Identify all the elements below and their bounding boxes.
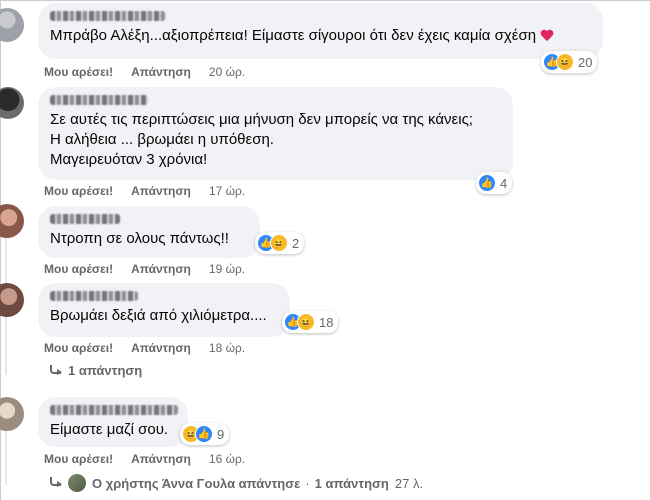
comment-bubble: Ντροπη σε ολους πάντως!! — [38, 206, 260, 258]
author-name-blurred[interactable] — [50, 95, 148, 105]
avatar[interactable] — [0, 283, 24, 317]
reaction-count: 4 — [500, 175, 508, 191]
reply-link[interactable]: Απάντηση — [131, 452, 191, 466]
panel-border-top — [0, 0, 650, 1]
reply-link[interactable]: Απάντηση — [131, 341, 191, 355]
reply-link[interactable]: Απάντηση — [131, 184, 191, 198]
like-reaction-icon: 👍 — [195, 425, 213, 443]
comment-bubble: Σε αυτές τις περιπτώσεις μια μήνυση δεν … — [38, 87, 513, 180]
timestamp[interactable]: 19 ώρ. — [209, 262, 245, 276]
like-link[interactable]: Μου αρέσει! — [44, 262, 113, 276]
comment-actions: Μου αρέσει! Απάντηση 18 ώρ. — [44, 341, 263, 355]
reaction-summary[interactable]: 👍 4 — [476, 172, 513, 194]
avatar[interactable] — [0, 204, 24, 238]
like-link[interactable]: Μου αρέσει! — [44, 184, 113, 198]
comment-text: Βρωμάει δεξιά από χιλιόμετρα.... — [50, 307, 267, 324]
avatar[interactable] — [0, 87, 24, 119]
like-reaction-icon: 👍 — [478, 174, 496, 192]
reaction-count: 2 — [292, 235, 300, 251]
comment-bubble: Βρωμάει δεξιά από χιλιόμετρα.... — [38, 283, 290, 337]
comment-actions: Μου αρέσει! Απάντηση 17 ώρ. — [44, 184, 263, 198]
haha-reaction-icon: 😆 — [297, 313, 315, 331]
comment-text-line: Μαγειρευόταν 3 χρόνια! — [50, 151, 208, 168]
like-link[interactable]: Μου αρέσει! — [44, 65, 113, 79]
author-name-blurred[interactable] — [50, 214, 120, 224]
haha-reaction-icon: 😆 — [270, 234, 288, 252]
reaction-count: 20 — [578, 54, 593, 70]
like-link[interactable]: Μου αρέσει! — [44, 341, 113, 355]
timestamp[interactable]: 16 ώρ. — [209, 452, 245, 466]
reply-summary-time: 27 λ. — [394, 475, 424, 491]
separator-dot: · — [305, 475, 310, 491]
reaction-summary[interactable]: 😆 👍 9 — [180, 423, 230, 445]
reply-summary-link[interactable]: Ο χρήστης Άννα Γουλα απάντησε · 1 απάντη… — [48, 474, 423, 492]
author-name-blurred[interactable] — [50, 11, 165, 21]
avatar[interactable] — [0, 397, 24, 431]
comment-text-line: Η αλήθεια ... βρωμάει η υπόθεση. — [50, 131, 274, 148]
like-link[interactable]: Μου αρέσει! — [44, 452, 113, 466]
timestamp[interactable]: 18 ώρ. — [209, 341, 245, 355]
reaction-count: 9 — [217, 426, 225, 442]
comment-text-line: Σε αυτές τις περιπτώσεις μια μήνυση δεν … — [50, 111, 473, 128]
comment-text: Μπράβο Αλέξη...αξιοπρέπεια! Είμαστε σίγο… — [50, 27, 537, 44]
reaction-summary[interactable]: 👍 😆 20 — [541, 51, 598, 73]
reply-link[interactable]: Απάντηση — [131, 262, 191, 276]
thread-line — [5, 425, 7, 485]
comment-actions: Μου αρέσει! Απάντηση 19 ώρ. — [44, 262, 263, 276]
reply-summary-text: Ο χρήστης Άννα Γουλα απάντησε — [92, 475, 301, 491]
comment-text: Είμαστε μαζί σου. — [50, 421, 169, 438]
author-name-blurred[interactable] — [50, 405, 178, 415]
reaction-summary[interactable]: 👍 😆 18 — [282, 311, 339, 333]
replies-count: 1 απάντηση — [68, 363, 143, 378]
comment-actions: Μου αρέσει! Απάντηση 16 ώρ. — [44, 452, 263, 466]
view-replies-link[interactable]: 1 απάντηση — [48, 363, 142, 378]
comment-actions: Μου αρέσει! Απάντηση 20 ώρ. — [44, 65, 263, 79]
comment-bubble: Μπράβο Αλέξη...αξιοπρέπεια! Είμαστε σίγο… — [38, 3, 603, 59]
avatar[interactable] — [0, 8, 24, 42]
reply-arrow-icon — [48, 477, 62, 489]
replier-avatar — [68, 474, 86, 492]
reply-summary-count: 1 απάντηση — [314, 475, 389, 491]
heart-emoji-icon — [540, 30, 554, 43]
haha-reaction-icon: 😆 — [556, 53, 574, 71]
author-name-blurred[interactable] — [50, 291, 138, 301]
timestamp[interactable]: 17 ώρ. — [209, 184, 245, 198]
reaction-summary[interactable]: 👍 😆 2 — [255, 232, 305, 254]
timestamp[interactable]: 20 ώρ. — [209, 65, 245, 79]
comment-bubble: Είμαστε μαζί σου. — [38, 397, 188, 447]
reply-arrow-icon — [48, 364, 62, 377]
reply-link[interactable]: Απάντηση — [131, 65, 191, 79]
reaction-count: 18 — [319, 314, 334, 330]
comment-text: Ντροπη σε ολους πάντως!! — [50, 230, 229, 247]
